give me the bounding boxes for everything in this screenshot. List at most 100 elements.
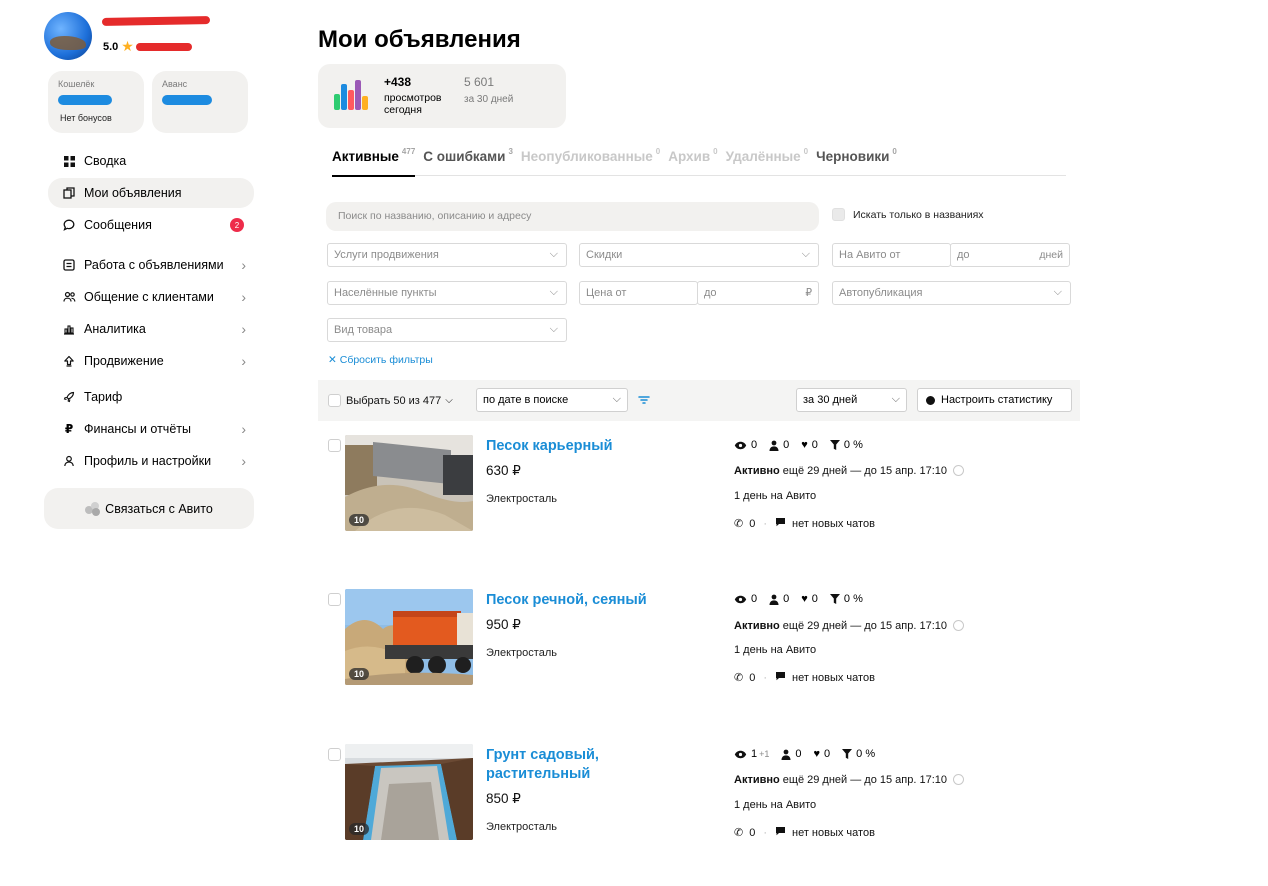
input-placeholder: до [704, 287, 717, 299]
views-stats-card[interactable]: +438 просмотров сегодня 5 601 за 30 дней [318, 64, 566, 128]
chat-icon [775, 517, 786, 530]
wallet-bonus: Нет бонусов [60, 113, 112, 123]
tab-label: Неопубликованные [520, 149, 653, 164]
list-icon [62, 259, 76, 271]
sort-select[interactable]: по дате в поиске ⌵ [476, 388, 628, 412]
status-detail: ещё 29 дней — до 15 апр. 17:10 [782, 465, 948, 477]
sidebar-item-summary[interactable]: Сводка [48, 146, 254, 176]
localities-select[interactable]: Населённые пункты ⌵ [327, 281, 567, 305]
phone-icon: ✆ [734, 518, 744, 530]
listing-price: 630 ₽ [486, 463, 521, 478]
sidebar-item-ads-work[interactable]: Работа с объявлениями › [48, 250, 254, 280]
sidebar-item-clients[interactable]: Общение с клиентами › [48, 282, 254, 312]
listing-checkbox[interactable] [328, 748, 341, 761]
configure-stats-button[interactable]: Настроить статистику [917, 388, 1072, 412]
listing-status: Активно ещё 29 дней — до 15 апр. 17:10 [734, 774, 965, 786]
input-suffix: ₽ [805, 287, 812, 299]
period-select[interactable]: за 30 дней ⌵ [796, 388, 907, 412]
search-input[interactable]: Поиск по названию, описанию и адресу [326, 202, 819, 231]
sidebar-item-profile-settings[interactable]: Профиль и настройки › [48, 446, 254, 476]
avatar[interactable] [44, 12, 92, 60]
contact-avito-button[interactable]: Связаться с Авито [44, 488, 254, 529]
sidebar-item-analytics[interactable]: Аналитика › [48, 314, 254, 344]
eye-icon [734, 441, 747, 450]
price-from-input[interactable]: Цена от [579, 281, 698, 305]
views-value: 0 [751, 593, 758, 605]
checkbox-icon[interactable] [832, 208, 845, 221]
rocket-icon [62, 391, 76, 403]
profile-block[interactable]: 5.0 ★ [44, 12, 256, 60]
configure-stats-label: Настроить статистику [941, 394, 1053, 406]
views-stat: 1 +1 [734, 748, 769, 760]
bar-chart-icon [62, 323, 76, 335]
advance-label: Аванс [162, 79, 188, 89]
redacted-reviews [135, 42, 192, 51]
views-month-label: за 30 дней [464, 94, 514, 105]
listing-checkbox[interactable] [328, 439, 341, 452]
promo-services-select[interactable]: Услуги продвижения ⌵ [327, 243, 567, 267]
stats-month: 5 601 за 30 дней [464, 75, 513, 105]
calls-value: 0 [749, 517, 756, 530]
tab-deleted[interactable]: Удалённые 0 [726, 146, 809, 176]
listing-title-link[interactable]: Песок карьерный [486, 437, 636, 456]
reset-filters-link[interactable]: ✕ Сбросить фильтры [328, 354, 433, 366]
chevron-right-icon: › [241, 421, 246, 437]
select-all-dropdown[interactable]: Выбрать 50 из 477 ⌵ [328, 394, 453, 407]
sidebar-item-my-ads[interactable]: Мои объявления [48, 178, 254, 208]
product-type-select[interactable]: Вид товара ⌵ [327, 318, 567, 342]
conversion-stat: 0 % [829, 439, 863, 451]
listing-photo[interactable]: 10 [345, 589, 473, 685]
sidebar-item-label: Работа с объявлениями [84, 258, 224, 272]
tab-label: Архив [668, 149, 711, 164]
tab-archive[interactable]: Архив 0 [668, 146, 717, 176]
sidebar-item-tariff[interactable]: Тариф [48, 382, 254, 412]
avito-days-from-input[interactable]: На Авито от [832, 243, 951, 267]
discounts-select[interactable]: Скидки ⌵ [579, 243, 819, 267]
wallet-card[interactable]: Кошелёк Нет бонусов [48, 71, 144, 133]
funnel-icon [829, 440, 840, 450]
status-label: Активно [734, 465, 780, 477]
search-titles-only-checkbox[interactable]: Искать только в названиях [832, 208, 984, 221]
chats-value[interactable]: нет новых чатов [792, 672, 875, 684]
input-placeholder: Цена от [586, 287, 627, 299]
price-to-input[interactable]: до ₽ [697, 281, 819, 305]
chats-value[interactable]: нет новых чатов [792, 518, 875, 530]
sidebar-nav: Сводка Мои объявления Сообщения 2 Работа… [48, 146, 254, 476]
heart-icon: ♥ [801, 439, 808, 451]
autopublish-select[interactable]: Автопубликация ⌵ [832, 281, 1071, 305]
separator: · [763, 517, 768, 530]
grid-icon [62, 155, 76, 167]
tab-unpublished[interactable]: Неопубликованные 0 [521, 146, 660, 176]
select-value: по дате в поиске [483, 394, 569, 406]
sidebar-item-promotion[interactable]: Продвижение › [48, 346, 254, 376]
listing-title-link[interactable]: Песок речной, сеяный [486, 591, 676, 610]
users-icon [62, 291, 76, 303]
clock-icon[interactable] [953, 620, 965, 631]
select-all-checkbox[interactable] [328, 394, 341, 407]
sort-direction-icon[interactable] [638, 394, 650, 408]
favorites-value: 0 [811, 439, 818, 451]
redacted-advance-balance [162, 95, 212, 105]
advance-card[interactable]: Аванс [152, 71, 248, 133]
person-icon [769, 594, 779, 605]
avito-days-to-input[interactable]: до дней [950, 243, 1070, 267]
tab-drafts[interactable]: Черновики 0 [816, 146, 897, 176]
sidebar: 5.0 ★ Кошелёк Нет бонусов Аванс Сводка М… [44, 12, 256, 529]
contacts-stat: 0 [781, 748, 802, 760]
listing-status: Активно ещё 29 дней — до 15 апр. 17:10 [734, 620, 965, 632]
sidebar-item-finance[interactable]: ₽ Финансы и отчёты › [48, 414, 254, 444]
clock-icon[interactable] [953, 465, 965, 476]
tab-active[interactable]: Активные 477 [332, 146, 416, 177]
sidebar-item-messages[interactable]: Сообщения 2 [48, 210, 254, 240]
views-value: 0 [751, 439, 758, 451]
listing-title-link[interactable]: Грунт садовый, растительный [486, 746, 636, 784]
phone-icon: ✆ [734, 827, 744, 839]
chats-value[interactable]: нет новых чатов [792, 827, 875, 839]
listing-photo[interactable]: 10 [345, 435, 473, 531]
listing-photo[interactable]: 10 [345, 744, 473, 840]
tab-errors[interactable]: С ошибками 3 [423, 146, 513, 176]
documents-icon [62, 187, 76, 199]
clock-icon[interactable] [953, 774, 965, 785]
listing-checkbox[interactable] [328, 593, 341, 606]
separator: · [763, 826, 768, 839]
